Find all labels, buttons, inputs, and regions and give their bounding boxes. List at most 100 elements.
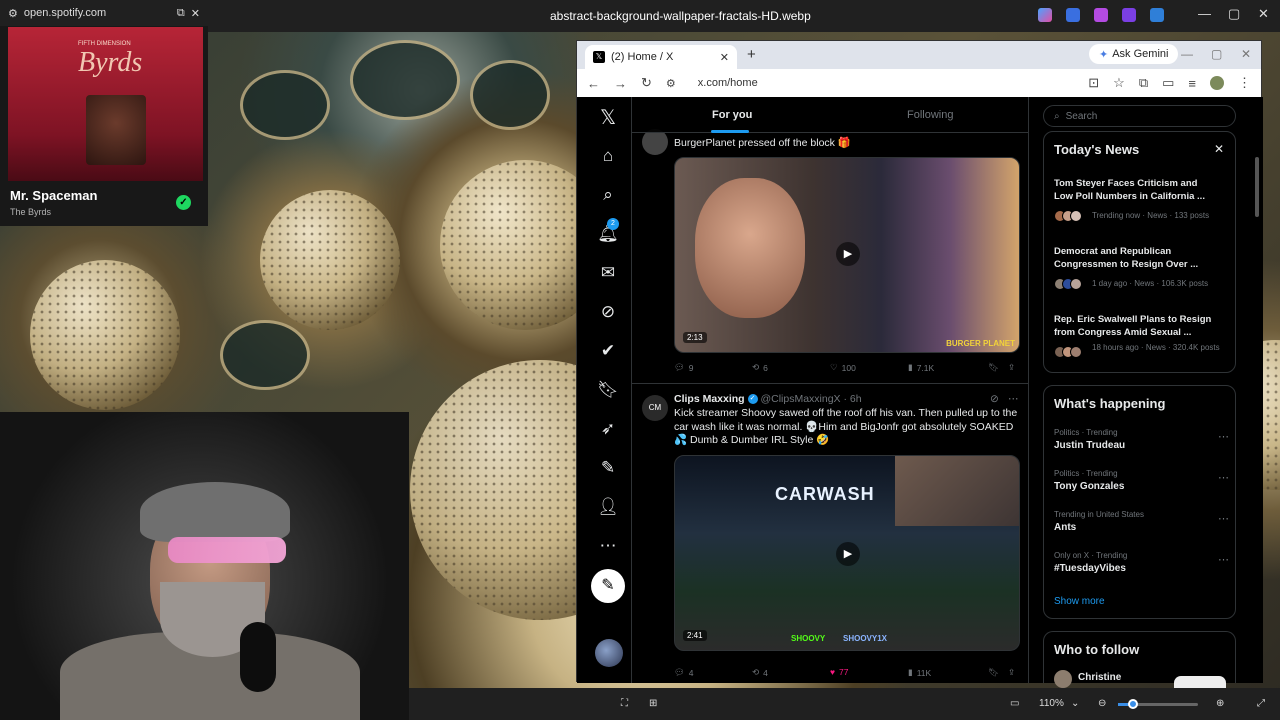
repost-button[interactable]: ⟲ 4 (752, 667, 768, 678)
bookmarks-icon[interactable]: 🔖︎ (597, 379, 619, 401)
post-button[interactable]: ✎ (591, 569, 625, 603)
tab-for-you[interactable]: For you (712, 109, 752, 121)
more-icon[interactable]: ⋯ (1008, 393, 1019, 407)
grok-icon[interactable]: ⊘ (990, 393, 999, 407)
saved-check-icon[interactable]: ✓ (176, 195, 191, 210)
trend-more-icon[interactable]: ⋯ (1218, 471, 1229, 484)
cloud-icon[interactable] (1150, 8, 1164, 22)
trend-name[interactable]: #TuesdayVibes (1054, 563, 1126, 574)
minimize-icon[interactable]: — (1198, 6, 1211, 21)
pip-icon[interactable]: ⧉ (177, 7, 185, 20)
site-info-icon[interactable]: ⚙ (666, 77, 676, 90)
url-field[interactable]: x.com/home (698, 77, 758, 89)
minimize-icon[interactable]: — (1181, 47, 1193, 61)
reading-list-icon[interactable]: ≡ (1188, 76, 1196, 91)
x-logo-icon[interactable]: 𝕏 (597, 107, 619, 129)
profile-icon[interactable]: 👤︎ (597, 496, 619, 518)
bookmark-button[interactable]: 🔖︎ (988, 667, 999, 678)
close-icon[interactable]: ✕ (1258, 6, 1269, 22)
page-scrollbar[interactable] (1255, 157, 1259, 217)
maximize-icon[interactable]: ▢ (1228, 6, 1240, 22)
close-icon[interactable]: ✕ (1214, 142, 1224, 156)
trend-more-icon[interactable]: ⋯ (1218, 553, 1229, 566)
menu-icon[interactable]: ⋮ (1238, 75, 1251, 91)
ask-gemini-button[interactable]: ✦ Ask Gemini (1089, 44, 1179, 64)
designer-icon[interactable] (1094, 8, 1108, 22)
post-video[interactable]: ▶ 2:13 BURGER PLANET (674, 157, 1020, 353)
jobs-icon[interactable]: ➶ (597, 418, 619, 440)
suggested-avatar[interactable] (1054, 670, 1072, 688)
author-name[interactable]: Clips Maxxing (674, 393, 745, 405)
cast-icon[interactable]: ▭ (1162, 75, 1174, 91)
messages-icon[interactable]: ✉ (597, 262, 619, 284)
play-icon[interactable]: ▶ (836, 542, 860, 566)
search-icon[interactable]: ⌕ (597, 184, 619, 206)
views-button[interactable]: ▮ 7.1K (908, 362, 934, 373)
chevron-down-icon[interactable]: ⌄ (1071, 698, 1079, 709)
trend-more-icon[interactable]: ⋯ (1218, 512, 1229, 525)
extensions-icon[interactable]: ⧉ (1139, 75, 1148, 91)
tab-x-home[interactable]: 𝕏 (2) Home / X ✕ (585, 45, 737, 69)
copilot-icon[interactable] (1038, 8, 1052, 22)
suggested-name[interactable]: Christine (1078, 672, 1121, 683)
home-icon[interactable]: ⌂ (597, 145, 619, 167)
tab-title: (2) Home / X (611, 51, 674, 63)
post-video[interactable]: CARWASH ▶ 2:41 SHOOVY SHOOVY1X (674, 455, 1020, 651)
trend-name[interactable]: Ants (1054, 522, 1076, 533)
tab-following[interactable]: Following (907, 109, 953, 121)
reload-icon[interactable]: ↻ (641, 75, 652, 91)
todays-news-card: Today's News ✕ Tom Steyer Faces Criticis… (1043, 131, 1236, 373)
new-tab-icon[interactable]: + (747, 46, 756, 63)
author-handle[interactable]: @ClipsMaxxingX · 6h (760, 393, 861, 405)
post[interactable]: BurgerPlanet pressed off the block 🎁 ▶ 2… (632, 97, 1028, 385)
news-item-title[interactable]: Tom Steyer Faces Criticism and Low Poll … (1054, 178, 1219, 203)
close-icon[interactable]: ✕ (1241, 47, 1251, 61)
post[interactable]: CM Clips Maxxing ✓ @ClipsMaxxingX · 6h ⊘… (632, 385, 1028, 683)
artist-name[interactable]: The Byrds (10, 207, 51, 217)
share-button[interactable]: ⇪ (1008, 362, 1015, 373)
forward-icon[interactable]: → (614, 76, 627, 91)
post-avatar[interactable]: CM (642, 395, 668, 421)
zoom-in-icon[interactable]: ⊕ (1216, 698, 1224, 709)
show-more-link[interactable]: Show more (1054, 596, 1105, 607)
settings-icon[interactable]: ⚙ (8, 7, 18, 20)
install-icon[interactable]: ⊡ (1088, 75, 1099, 91)
clipchamp-icon[interactable] (1122, 8, 1136, 22)
bookmark-star-icon[interactable]: ☆ (1113, 75, 1125, 91)
crop-icon[interactable]: ⊞ (649, 698, 657, 709)
grok-icon[interactable]: ⊘ (597, 301, 619, 323)
play-icon[interactable]: ▶ (836, 242, 860, 266)
zoom-out-icon[interactable]: ⊖ (1098, 698, 1106, 709)
views-button[interactable]: ▮ 11K (908, 667, 931, 678)
news-item-title[interactable]: Democrat and Republican Congressmen to R… (1054, 246, 1219, 271)
reply-button[interactable]: 💬︎ 9 (674, 362, 694, 373)
close-icon[interactable]: ✕ (191, 7, 200, 20)
reply-button[interactable]: 💬︎ 4 (674, 667, 694, 678)
close-tab-icon[interactable]: ✕ (720, 51, 729, 64)
trend-name[interactable]: Tony Gonzales (1054, 481, 1124, 492)
account-avatar[interactable] (595, 639, 623, 667)
like-button[interactable]: ♥ 77 (830, 667, 849, 677)
search-input[interactable]: ⌕ Search (1043, 105, 1236, 127)
back-icon[interactable]: ← (587, 76, 600, 91)
aspect-icon[interactable]: ▭ (1010, 698, 1019, 709)
zoom-slider-knob[interactable] (1128, 699, 1138, 709)
trend-more-icon[interactable]: ⋯ (1218, 430, 1229, 443)
fit-screen-icon[interactable]: ⛶ (621, 698, 628, 709)
song-title[interactable]: Mr. Spaceman (10, 188, 97, 203)
repost-button[interactable]: ⟲ 6 (752, 362, 768, 373)
news-item-title[interactable]: Rep. Eric Swalwell Plans to Resign from … (1054, 314, 1219, 339)
more-icon[interactable]: ⋯ (597, 535, 619, 557)
maximize-icon[interactable]: ▢ (1211, 47, 1222, 61)
like-button[interactable]: ♡ 100 (830, 362, 856, 373)
articles-icon[interactable]: ✎ (597, 457, 619, 479)
zoom-level[interactable]: 110% (1039, 698, 1064, 709)
bookmark-button[interactable]: 🔖︎ (988, 362, 999, 373)
edit-icon[interactable] (1066, 8, 1080, 22)
fullscreen-icon[interactable]: ⤢ (1257, 698, 1265, 709)
profile-avatar[interactable] (1210, 76, 1224, 90)
trend-name[interactable]: Justin Trudeau (1054, 440, 1125, 451)
share-button[interactable]: ⇪ (1008, 667, 1015, 678)
zoom-slider[interactable] (1118, 699, 1198, 709)
premium-icon[interactable]: ✔ (597, 340, 619, 362)
